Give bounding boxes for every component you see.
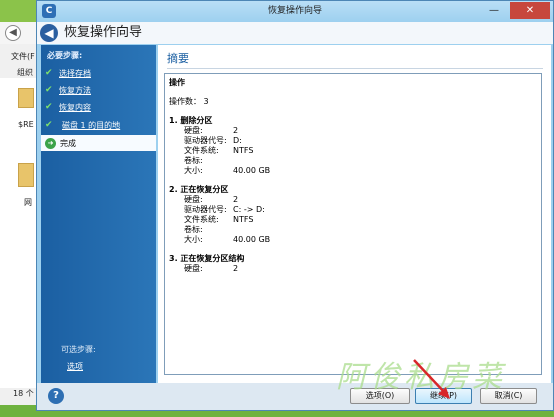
optional-steps-heading: 可选步骤: bbox=[61, 345, 96, 354]
step-label[interactable]: 恢复方法 bbox=[59, 85, 91, 96]
close-button[interactable]: ✕ bbox=[510, 2, 550, 19]
checkmark-icon: ✔ bbox=[45, 85, 53, 95]
detail-row: 驱动器代号: C: -> D: bbox=[184, 205, 265, 214]
step-recovery-method[interactable]: ✔ 恢复方法 bbox=[45, 83, 91, 97]
minimize-button[interactable]: — bbox=[481, 2, 507, 19]
background-organize-menu[interactable]: 组织 bbox=[17, 67, 33, 78]
optional-options-link[interactable]: 选项 bbox=[67, 361, 83, 372]
summary-box[interactable]: 操作 操作数： 3 1. 删除分区 硬盘: 2 驱动器代号: D: 文件系统: NTF… bbox=[164, 73, 542, 375]
recovery-wizard-window: 恢复操作向导 C — ✕ ◀ 恢复操作向导 必要步骤: ✔ 选择存档 ✔ 恢复方… bbox=[36, 0, 554, 411]
step-label[interactable]: 恢复内容 bbox=[59, 102, 91, 113]
operation-title: 2. 正在恢复分区 bbox=[169, 185, 229, 194]
step-label[interactable]: 选择存档 bbox=[59, 68, 91, 79]
window-title: 恢复操作向导 bbox=[267, 6, 322, 16]
detail-row: 大小: 40.00 GB bbox=[184, 166, 271, 175]
detail-row: 卷标: bbox=[184, 225, 203, 234]
app-icon: C bbox=[42, 4, 56, 18]
operations-heading: 操作 bbox=[169, 78, 185, 87]
checkmark-icon: ✔ bbox=[45, 68, 53, 78]
content-title: 摘要 bbox=[167, 52, 189, 65]
current-step-arrow-icon: ➜ bbox=[45, 137, 56, 149]
step-select-archive[interactable]: ✔ 选择存档 bbox=[45, 66, 91, 80]
folder-icon[interactable] bbox=[18, 163, 34, 187]
help-icon[interactable]: ? bbox=[48, 388, 64, 404]
red-arrow-annotation-icon bbox=[413, 359, 450, 399]
detail-row: 文件系统: NTFS bbox=[184, 215, 254, 224]
wizard-header-title: 恢复操作向导 bbox=[64, 25, 143, 40]
operation-title: 1. 删除分区 bbox=[169, 116, 213, 125]
wizard-steps-panel: 必要步骤: ✔ 选择存档 ✔ 恢复方法 ✔ 恢复内容 ✔ 磁盘 1 的目的地 ➜… bbox=[41, 45, 156, 383]
checkmark-icon: ✔ bbox=[45, 120, 53, 130]
background-item-label: 网 bbox=[24, 198, 32, 207]
detail-row: 大小: 40.00 GB bbox=[184, 235, 271, 244]
step-label: 完成 bbox=[60, 138, 76, 148]
step-disk-destination[interactable]: ✔ 磁盘 1 的目的地 bbox=[45, 118, 120, 132]
background-file-menu[interactable]: 文件(F bbox=[11, 51, 35, 62]
divider bbox=[167, 68, 543, 69]
summary-content-panel: 摘要 操作 操作数： 3 1. 删除分区 硬盘: 2 驱动器代号: D: 文件系统:… bbox=[158, 45, 551, 383]
detail-row: 卷标: bbox=[184, 156, 203, 165]
detail-row: 硬盘: 2 bbox=[184, 264, 239, 273]
detail-row: 硬盘: 2 bbox=[184, 126, 239, 135]
folder-icon[interactable] bbox=[18, 88, 34, 108]
checkmark-icon: ✔ bbox=[45, 102, 53, 112]
background-back-icon[interactable]: ◀ bbox=[5, 25, 21, 41]
step-label[interactable]: 磁盘 1 的目的地 bbox=[62, 120, 120, 131]
step-recovery-content[interactable]: ✔ 恢复内容 bbox=[45, 100, 91, 114]
required-steps-heading: 必要步骤: bbox=[47, 51, 83, 60]
operations-count: 操作数： 3 bbox=[169, 97, 209, 106]
operation-title: 3. 正在恢复分区结构 bbox=[169, 254, 245, 263]
detail-row: 硬盘: 2 bbox=[184, 195, 239, 204]
detail-row: 文件系统: NTFS bbox=[184, 146, 254, 155]
wizard-header: ◀ 恢复操作向导 bbox=[37, 22, 553, 44]
background-status-count: 18 个 bbox=[13, 389, 34, 398]
window-titlebar: 恢复操作向导 C — ✕ bbox=[37, 1, 553, 22]
back-arrow-icon[interactable]: ◀ bbox=[40, 24, 58, 42]
detail-row: 驱动器代号: D: bbox=[184, 136, 242, 145]
step-finish-current[interactable]: ➜ 完成 bbox=[41, 135, 156, 151]
background-item-label: $RE bbox=[18, 120, 34, 129]
